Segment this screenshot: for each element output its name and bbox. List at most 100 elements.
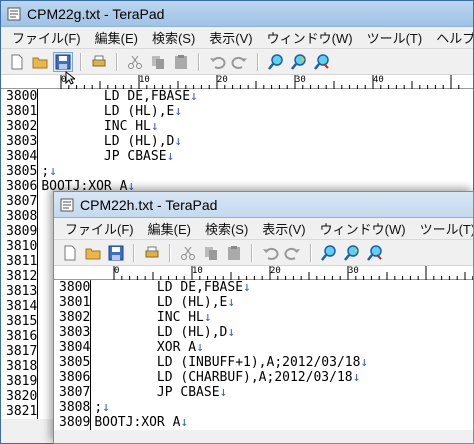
line-break-mark-icon: ↓	[227, 325, 236, 340]
back-title-bar[interactable]: CPM22g.txt - TeraPad	[1, 1, 473, 27]
open-folder-icon[interactable]	[30, 52, 50, 72]
cut-icon[interactable]	[178, 243, 198, 263]
print-icon[interactable]	[89, 52, 109, 72]
paste-icon[interactable]	[224, 243, 244, 263]
menu-item[interactable]: 編集(E)	[88, 28, 145, 47]
copy-icon[interactable]	[201, 243, 221, 263]
open-folder-icon[interactable]	[83, 243, 103, 263]
code-line-text: LD (HL),D	[94, 325, 228, 340]
code-line[interactable]: LD (HL),E↓	[94, 295, 368, 310]
front-editor-window[interactable]: CPM22h.txt - TeraPad ファイル(F) 編集(E) 検索(S) 表示…	[53, 191, 474, 444]
line-break-mark-icon: ↓	[49, 164, 57, 179]
line-break-mark-icon: ↓	[174, 134, 183, 149]
code-line-text: JP CBASE	[94, 385, 220, 400]
find-icon[interactable]	[319, 243, 339, 263]
toolbar-separator	[257, 52, 259, 71]
code-line[interactable]: LD (INBUFF+1),A;2012/03/18↓	[94, 355, 368, 370]
back-menu-bar: ファイル(F)編集(E)検索(S)表示(V)ウィンドウ(W)ツール(T)ヘルプ(…	[1, 27, 473, 49]
undo-icon[interactable]	[260, 243, 280, 263]
line-number: 3801	[6, 104, 38, 119]
code-line-text: LD (HL),D	[41, 134, 175, 149]
code-line[interactable]: LD (HL),D↓	[94, 325, 368, 340]
toolbar-separator	[169, 243, 171, 262]
menu-item[interactable]: ファイル(F)	[58, 219, 141, 238]
line-break-mark-icon: ↓	[166, 149, 175, 164]
code-line-text: LD (CHARBUF),A;2012/03/18	[94, 370, 353, 385]
code-line[interactable]: ;↓	[94, 400, 368, 415]
menu-item[interactable]: 検索(S)	[198, 219, 255, 238]
new-file-icon[interactable]	[60, 243, 80, 263]
line-break-mark-icon: ↓	[102, 400, 110, 415]
line-number: 3800	[6, 89, 38, 104]
terapad-app-icon	[7, 7, 21, 21]
replace-icon[interactable]	[365, 243, 385, 263]
redo-icon[interactable]	[230, 52, 250, 72]
code-line-text: LD DE,FBASE	[94, 280, 244, 295]
save-disk-icon[interactable]	[53, 51, 73, 72]
line-break-mark-icon: ↓	[150, 119, 159, 134]
line-number: 3813	[6, 284, 38, 299]
line-number: 3802	[59, 310, 91, 325]
replace-icon[interactable]	[312, 52, 332, 72]
save-disk-icon[interactable]	[106, 243, 126, 263]
cut-icon[interactable]	[125, 52, 145, 72]
line-number: 3804	[59, 340, 91, 355]
line-number: 3808	[59, 400, 91, 415]
menu-item[interactable]: 表示(V)	[255, 219, 312, 238]
paste-icon[interactable]	[171, 52, 191, 72]
code-line-text: ;	[94, 400, 103, 415]
code-line[interactable]: LD (HL),E↓	[41, 104, 198, 119]
menu-item[interactable]: ウィンドウ(W)	[260, 28, 360, 47]
front-menu-bar: ファイル(F) 編集(E) 検索(S) 表示(V) ウィンドウ(W) ツール(T)	[54, 218, 473, 240]
code-line[interactable]: ;↓	[41, 164, 198, 179]
code-line[interactable]: LD DE,FBASE↓	[94, 280, 368, 295]
line-number: 3809	[6, 224, 38, 239]
redo-icon[interactable]	[283, 243, 303, 263]
toolbar-separator	[133, 243, 135, 262]
code-line[interactable]: INC HL↓	[94, 310, 368, 325]
front-title-bar[interactable]: CPM22h.txt - TeraPad	[54, 192, 473, 218]
menu-item[interactable]: ファイル(F)	[5, 28, 88, 47]
front-editor-area[interactable]: 3800 3801 3802 3803 3804 3805 3806 3807 3808 3809…	[54, 280, 473, 430]
code-line[interactable]: LD (HL),D↓	[41, 134, 198, 149]
find-next-icon[interactable]	[342, 243, 362, 263]
line-break-mark-icon: ↓	[243, 280, 251, 295]
new-file-icon[interactable]	[7, 52, 27, 72]
find-icon[interactable]	[266, 52, 286, 72]
menu-item[interactable]: ツール(T)	[413, 219, 473, 238]
menu-item[interactable]: ツール(T)	[360, 28, 430, 47]
line-number: 3805	[59, 355, 91, 370]
line-number: 3811	[6, 254, 38, 269]
code-line[interactable]: LD DE,FBASE↓	[41, 89, 198, 104]
code-line-text: LD (HL),E	[94, 295, 228, 310]
menu-item[interactable]: 表示(V)	[202, 28, 259, 47]
line-number: 3820	[6, 389, 38, 404]
code-line[interactable]: INC HL↓	[41, 119, 198, 134]
menu-item[interactable]: 編集(E)	[141, 219, 198, 238]
front-code-text[interactable]: LD DE,FBASE↓ LD (HL),E↓ INC HL↓ LD (HL),…	[91, 280, 368, 430]
line-number: 3810	[6, 239, 38, 254]
code-line[interactable]: JP CBASE↓	[41, 149, 198, 164]
back-window-title: CPM22g.txt - TeraPad	[27, 5, 165, 22]
front-toolbar	[54, 240, 473, 266]
menu-item[interactable]: 検索(S)	[145, 28, 202, 47]
menu-item[interactable]: ウィンドウ(W)	[313, 219, 413, 238]
code-line-text: LD (HL),E	[41, 104, 175, 119]
code-line-text: XOR A	[94, 340, 197, 355]
find-next-icon[interactable]	[289, 52, 309, 72]
copy-icon[interactable]	[148, 52, 168, 72]
line-number: 3812	[6, 269, 38, 284]
code-line[interactable]: LD (CHARBUF),A;2012/03/18↓	[94, 370, 368, 385]
code-line[interactable]: BOOTJ:XOR A↓	[94, 415, 368, 430]
undo-icon[interactable]	[207, 52, 227, 72]
code-line[interactable]: XOR A↓	[94, 340, 368, 355]
line-break-mark-icon: ↓	[196, 340, 204, 355]
code-line[interactable]: JP CBASE↓	[94, 385, 368, 400]
menu-item[interactable]: ヘルプ(H)	[429, 28, 473, 47]
line-number: 3803	[59, 325, 91, 340]
line-number: 3807	[6, 194, 38, 209]
line-break-mark-icon: ↓	[174, 104, 183, 119]
line-break-mark-icon: ↓	[190, 89, 198, 104]
toolbar-separator	[251, 243, 253, 262]
print-icon[interactable]	[142, 243, 162, 263]
